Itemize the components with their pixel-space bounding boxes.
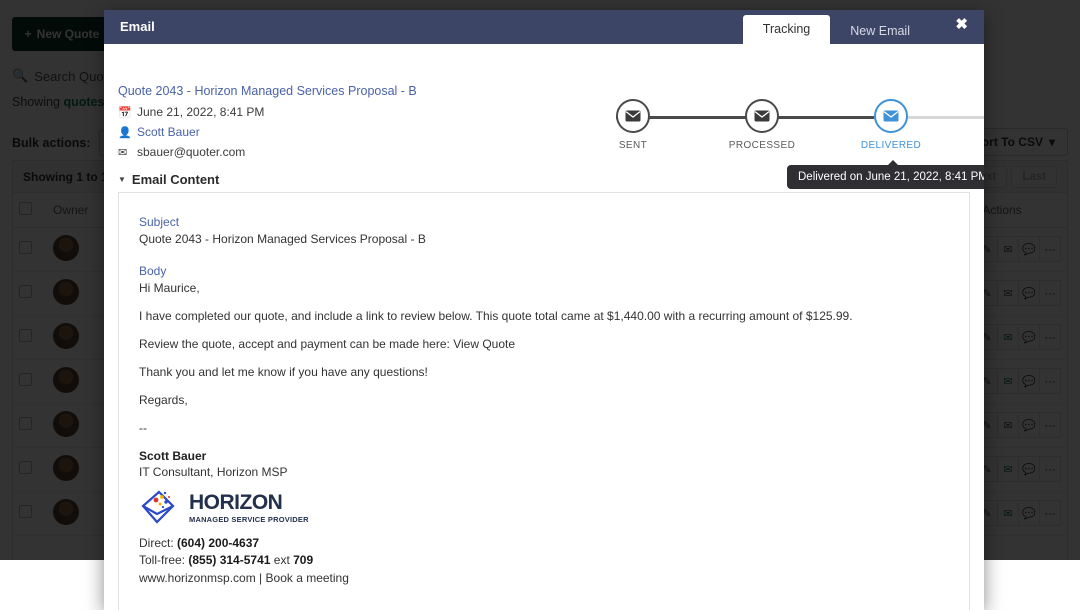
calendar-icon: 📅 [118,106,130,119]
modal-tabs: Tracking New Email [743,10,930,44]
logo-wordmark: HORIZON [189,492,309,513]
signature-direct: Direct: (604) 200-4637 [139,535,949,552]
tab-new-email[interactable]: New Email [830,17,930,44]
ext-value: 709 [293,553,313,567]
body-field: Body Hi Maurice, I have completed our quo… [139,264,949,587]
tracker-step-delivered[interactable]: DELIVERED [851,99,931,151]
email-modal: Email Tracking New Email ✖ Quote 2043 - … [104,10,984,610]
tollfree-value: (855) 314-5741 [188,553,270,567]
email-tracker: SENT PROCESSED DELIVER [599,99,984,169]
tracker-tooltip: Delivered on June 21, 2022, 8:41 PM [787,165,984,189]
meta-email-value: sbauer@quoter.com [137,145,245,159]
body-paragraph: Regards, [139,393,949,408]
envelope-icon: ✉ [118,146,130,159]
body-paragraph: Review the quote, accept and payment can… [139,337,949,352]
close-icon[interactable]: ✖ [955,17,968,32]
meta-email: ✉ sbauer@quoter.com [118,145,417,159]
meta-subject-link[interactable]: Quote 2043 - Horizon Managed Services Pr… [118,84,417,98]
separator: | [259,571,262,585]
email-content-title: Email Content [132,172,219,187]
envelope-icon [874,99,908,133]
horizon-diamond-logo: HORIZON MANAGED SERVICE PROVIDER [139,488,949,528]
direct-label: Direct: [139,536,174,550]
tollfree-label: Toll-free: [139,553,185,567]
tracker-label-sent: SENT [619,140,647,151]
ext-label: ext [274,553,290,567]
direct-value: (604) 200-4637 [177,536,259,550]
signature-role: IT Consultant, Horizon MSP [139,465,949,479]
body-label: Body [139,264,949,278]
user-icon: 👤 [118,126,130,139]
modal-title: Email [120,19,155,34]
signature-tollfree: Toll-free: (855) 314-5741 ext 709 [139,552,949,569]
chevron-down-icon: ▼ [118,175,126,184]
body-paragraph: Hi Maurice, [139,281,949,296]
tracker-label-delivered: DELIVERED [861,140,921,151]
signature-name: Scott Bauer [139,449,949,463]
signature-links: www.horizonmsp.com | Book a meeting [139,570,949,587]
booking-link[interactable]: Book a meeting [266,571,349,585]
envelope-icon [745,99,779,133]
tracker-step-sent[interactable]: SENT [593,99,673,151]
logo-tagline: MANAGED SERVICE PROVIDER [189,515,309,524]
modal-body: Quote 2043 - Horizon Managed Services Pr… [104,44,984,610]
meta-sender-name[interactable]: Scott Bauer [137,125,200,139]
email-content-box: Subject Quote 2043 - Horizon Managed Ser… [118,192,970,610]
subject-value: Quote 2043 - Horizon Managed Services Pr… [139,232,949,246]
tracker-step-processed[interactable]: PROCESSED [722,99,802,151]
tracker-step-opened[interactable]: OPENED [979,99,984,151]
meta-date-value: June 21, 2022, 8:41 PM [137,105,264,119]
email-content-header[interactable]: ▼ Email Content [118,172,219,187]
subject-label: Subject [139,215,949,229]
email-meta: Quote 2043 - Horizon Managed Services Pr… [118,84,417,165]
tab-tracking[interactable]: Tracking [743,15,830,44]
modal-header: Email Tracking New Email ✖ [104,10,984,44]
tracker-label-processed: PROCESSED [729,140,795,151]
website-link[interactable]: www.horizonmsp.com [139,571,256,585]
body-paragraph: I have completed our quote, and include … [139,309,949,324]
subject-field: Subject Quote 2043 - Horizon Managed Ser… [139,215,949,246]
body-paragraphs: Hi Maurice, I have completed our quote, a… [139,281,949,436]
body-paragraph: Thank you and let me know if you have an… [139,365,949,380]
email-signature: Scott Bauer IT Consultant, Horizon MSP [139,449,949,587]
body-paragraph: -- [139,421,949,436]
envelope-icon [616,99,650,133]
meta-sender: 👤 Scott Bauer [118,125,417,139]
meta-date: 📅 June 21, 2022, 8:41 PM [118,105,417,119]
